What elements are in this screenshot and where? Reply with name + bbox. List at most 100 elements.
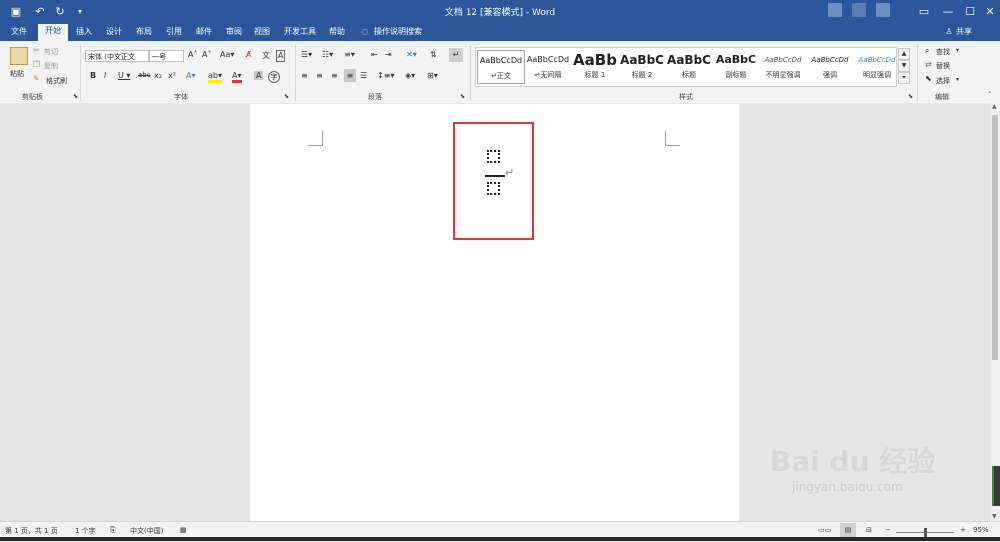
find-button[interactable]: 查找 [936,47,950,57]
share-button[interactable]: 共享 [956,25,980,41]
format-painter-button[interactable]: 格式刷 [46,76,67,86]
bold-icon[interactable]: B [90,71,96,80]
tab-layout[interactable]: 布局 [132,25,156,41]
justify-icon[interactable]: ≡ [344,69,356,82]
tab-references[interactable]: 引用 [162,25,186,41]
underline-icon[interactable]: U ▾ [118,71,130,80]
account-avatar[interactable] [828,3,842,17]
paste-button[interactable]: 粘贴 [10,69,24,79]
phonetic-guide-icon[interactable]: 文 [262,50,270,61]
macro-icon[interactable]: ▦ [180,526,187,534]
scrollbar-thumb[interactable] [992,115,998,360]
tab-file[interactable]: 文件 [6,25,32,41]
strikethrough-icon[interactable]: abc [138,71,151,79]
tab-view[interactable]: 视图 [250,25,274,41]
italic-icon[interactable]: I [104,71,106,80]
account-avatar[interactable] [852,3,866,17]
style-no-spacing[interactable]: AaBbCcDd ↵无间隔 [524,50,572,84]
align-center-icon[interactable]: ≡ [316,71,323,80]
chevron-down-icon[interactable]: ▾ [956,47,959,54]
proofing-icon[interactable]: ⎘ [110,526,116,535]
ribbon-display-icon[interactable]: ▭ [916,3,932,19]
multilevel-list-icon[interactable]: ≡▾ [344,50,355,59]
char-border-icon[interactable]: A [276,50,286,62]
style-normal[interactable]: AaBbCcDd ↵正文 [477,50,525,84]
clear-format-icon[interactable]: A̸ [246,50,251,59]
subscript-icon[interactable]: x₂ [154,71,162,80]
change-case-icon[interactable]: Aa▾ [220,50,234,59]
font-size-combo[interactable]: 一号 [149,50,184,62]
page-count[interactable]: 第 1 页，共 1 页 [5,526,58,536]
maximize-icon[interactable]: ☐ [962,3,978,19]
clipboard-launcher-icon[interactable]: ⬊ [73,93,78,100]
style-heading-2[interactable]: AaBbC 标题 2 [618,50,666,84]
select-button[interactable]: 选择 [936,76,950,86]
style-subtitle[interactable]: AaBbC 副标题 [712,50,760,84]
bullets-icon[interactable]: ☰▾ [301,50,312,59]
web-layout-icon[interactable]: ⊟ [866,526,872,534]
font-launcher-icon[interactable]: ⬊ [284,93,289,100]
tab-developer[interactable]: 开发工具 [280,25,320,41]
minimize-icon[interactable]: — [940,3,956,19]
gallery-up-icon[interactable]: ▲ [898,48,910,60]
numerator-placeholder[interactable] [487,150,500,163]
highlight-icon[interactable]: ab▾ [208,71,222,83]
word-count[interactable]: 1 个字 [75,526,96,536]
shrink-font-icon[interactable]: A˅ [202,50,211,59]
sort-icon[interactable]: ⇅ [430,50,437,59]
zoom-in-icon[interactable]: + [960,526,966,534]
style-heading-1[interactable]: AaBb 标题 1 [571,50,619,84]
style-intense-emphasis[interactable]: AaBbCcDd 明显强调 [853,50,901,84]
cut-button[interactable]: 剪切 [44,47,58,57]
show-marks-icon[interactable]: ↵ [449,48,463,62]
tab-help[interactable]: 帮助 [325,25,349,41]
grow-font-icon[interactable]: A˄ [188,50,197,59]
side-widget[interactable] [992,466,1000,506]
gallery-more-icon[interactable]: ▾ [898,72,910,84]
align-left-icon[interactable]: ≡ [301,71,308,80]
style-title[interactable]: AaBbC 标题 [665,50,713,84]
replace-button[interactable]: 替换 [936,61,950,71]
char-shading-icon[interactable]: A [254,71,264,80]
language-indicator[interactable]: 中文(中国) [130,526,163,536]
font-name-combo[interactable]: 宋体 (中文正文 [85,50,149,62]
read-mode-icon[interactable]: ▭▭ [818,526,831,534]
paragraph-launcher-icon[interactable]: ⬊ [460,93,465,100]
tab-mailings[interactable]: 邮件 [192,25,216,41]
style-subtle-emphasis[interactable]: AaBbCcDd 不明显强调 [759,50,807,84]
denominator-placeholder[interactable] [487,182,500,195]
decrease-indent-icon[interactable]: ⇤ [371,50,378,59]
scroll-up-icon[interactable]: ▲ [992,103,997,110]
gallery-down-icon[interactable]: ▼ [898,60,910,72]
align-right-icon[interactable]: ≡ [331,71,338,80]
account-avatar[interactable] [876,3,890,17]
style-emphasis[interactable]: AaBbCcDd 强调 [806,50,854,84]
font-color-icon[interactable]: A▾ [232,71,242,83]
tell-me-search[interactable]: 操作说明搜索 [374,25,430,41]
chevron-down-icon[interactable]: ▾ [956,76,959,83]
chinese-layout-icon[interactable]: ✕▾ [406,50,417,59]
tab-design[interactable]: 设计 [102,25,126,41]
print-layout-icon[interactable]: ▤ [840,523,856,537]
zoom-slider-thumb[interactable] [924,528,927,537]
enclose-char-icon[interactable]: 字 [268,71,280,83]
paste-icon[interactable] [10,47,28,65]
increase-indent-icon[interactable]: ⇥ [385,50,392,59]
tab-insert[interactable]: 插入 [72,25,96,41]
copy-button[interactable]: 复制 [44,61,58,71]
scroll-down-icon[interactable]: ▼ [992,513,997,520]
zoom-level[interactable]: 95% [973,526,989,534]
tab-home[interactable]: 开始 [38,24,68,41]
superscript-icon[interactable]: x² [168,71,176,80]
tab-review[interactable]: 审阅 [222,25,246,41]
numbering-icon[interactable]: ☷▾ [322,50,333,59]
line-spacing-icon[interactable]: ↕≡▾ [377,71,394,80]
collapse-ribbon-icon[interactable]: ˄ [988,91,992,99]
shading-icon[interactable]: ◈▾ [405,71,415,80]
close-icon[interactable]: ✕ [982,3,998,19]
borders-icon[interactable]: ⊞▾ [427,71,438,80]
text-effects-icon[interactable]: A▾ [186,71,196,80]
styles-launcher-icon[interactable]: ⬊ [908,93,913,100]
zoom-out-icon[interactable]: − [885,526,891,534]
distributed-icon[interactable]: ☰ [360,71,367,80]
